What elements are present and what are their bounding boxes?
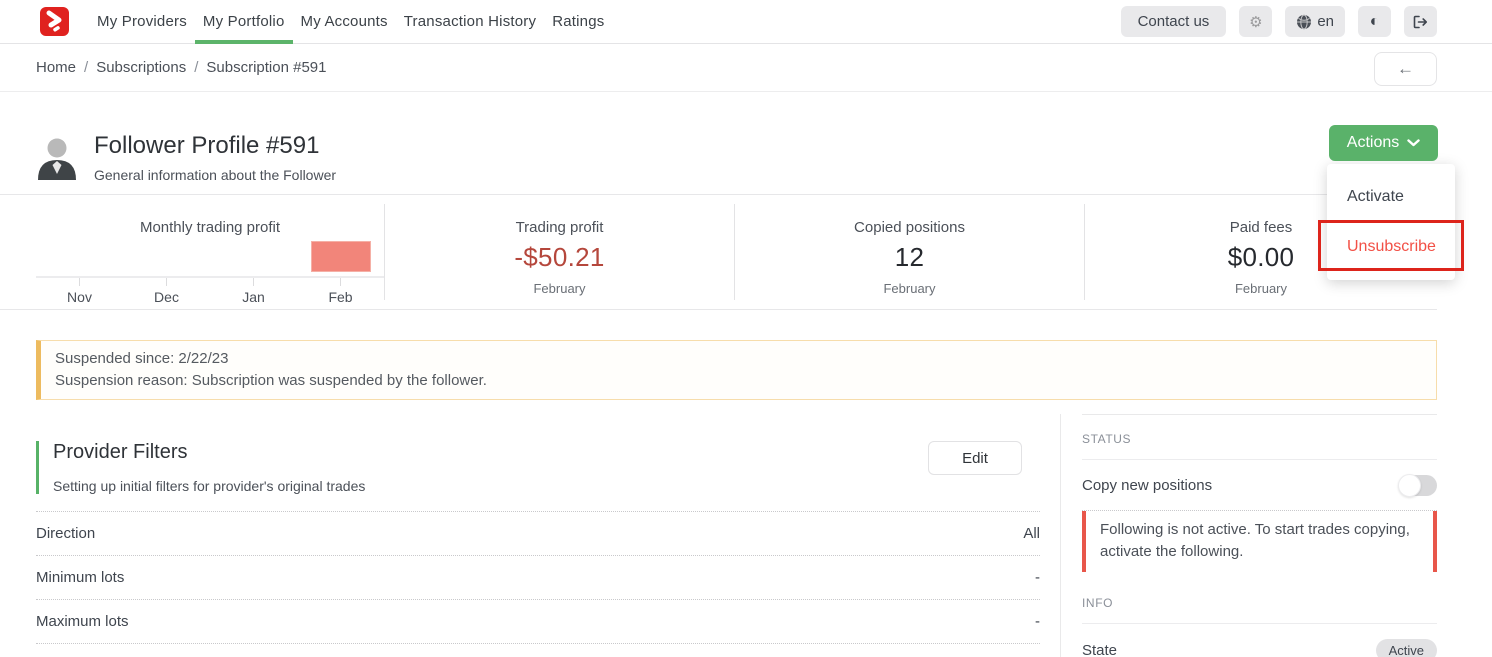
section-title: Provider Filters: [53, 441, 365, 464]
stats-band: Monthly trading profit Nov Dec Jan Feb T…: [0, 194, 1437, 310]
state-row: State Active: [1082, 624, 1437, 657]
nav-item-my-providers[interactable]: My Providers: [89, 0, 195, 43]
stat-period: February: [1235, 281, 1287, 296]
logout-button[interactable]: [1404, 6, 1437, 37]
left-arrow-icon: ←: [1397, 59, 1414, 79]
monthly-trading-profit-card: Monthly trading profit Nov Dec Jan Feb: [0, 204, 385, 300]
menu-item-activate[interactable]: Activate: [1327, 172, 1455, 222]
chart-ticks: [36, 278, 384, 286]
page: { "nav": { "items": [ { "label": "My Pro…: [0, 0, 1492, 657]
stat-value: 12: [895, 242, 925, 273]
actions-dropdown-menu: Activate Unsubscribe: [1327, 164, 1455, 280]
chart-tick-label: Jan: [210, 289, 297, 305]
breadcrumb-separator: /: [84, 59, 88, 76]
filter-value: All: [1023, 525, 1040, 542]
nav-item-my-portfolio[interactable]: My Portfolio: [195, 0, 293, 43]
page-title: Follower Profile #591: [94, 132, 336, 160]
breadcrumb: Home / Subscriptions / Subscription #591: [0, 44, 1492, 92]
chart-x-labels: Nov Dec Jan Feb: [36, 289, 384, 305]
stat-value: $0.00: [1228, 242, 1295, 273]
actions-button-label: Actions: [1347, 134, 1399, 152]
breadcrumb-home[interactable]: Home: [36, 59, 76, 76]
suspension-notice: Suspended since: 2/22/23 Suspension reas…: [36, 340, 1437, 400]
suspension-reason-text: Suspension reason: Subscription was susp…: [55, 370, 1422, 392]
globe-icon: [1296, 14, 1312, 30]
brand-logo-icon: [40, 7, 69, 36]
chart-title: Monthly trading profit: [36, 219, 384, 236]
chart-bars: [36, 240, 384, 276]
chart-bar: [311, 241, 371, 272]
provider-filters-section: Provider Filters Setting up initial filt…: [0, 414, 1060, 657]
stat-title: Paid fees: [1230, 219, 1293, 236]
chart-tick-label: Nov: [36, 289, 123, 305]
breadcrumb-subscriptions[interactable]: Subscriptions: [96, 59, 186, 76]
info-section-header: INFO: [1082, 596, 1437, 610]
stat-value: -$50.21: [514, 242, 604, 273]
breadcrumb-current: Subscription #591: [206, 59, 326, 76]
filter-label: Minimum lots: [36, 569, 124, 586]
status-section-header: STATUS: [1082, 432, 1437, 446]
chart-tick-label: Dec: [123, 289, 210, 305]
brand-logo[interactable]: [40, 7, 69, 36]
nav-items: My Providers My Portfolio My Accounts Tr…: [89, 0, 612, 43]
filter-rows: Direction All Minimum lots - Maximum lot…: [36, 511, 1040, 644]
filter-value: -: [1035, 613, 1040, 630]
theme-toggle-button[interactable]: ◐: [1358, 6, 1391, 37]
stat-period: February: [533, 281, 585, 296]
breadcrumb-separator: /: [194, 59, 198, 76]
language-button[interactable]: en: [1285, 6, 1345, 37]
language-label: en: [1317, 13, 1334, 30]
settings-button[interactable]: ⚙: [1239, 6, 1272, 37]
chevron-down-icon: [1407, 139, 1420, 147]
page-subtitle: General information about the Follower: [94, 167, 336, 183]
status-sidebar-inner: STATUS Copy new positions Following is n…: [1082, 414, 1437, 657]
top-navigation-bar: My Providers My Portfolio My Accounts Tr…: [0, 0, 1492, 44]
filter-row-minimum-lots: Minimum lots -: [36, 556, 1040, 600]
edit-button[interactable]: Edit: [928, 441, 1022, 475]
topbar-right-controls: Contact us ⚙ en ◐: [1121, 6, 1437, 37]
suspension-since-text: Suspended since: 2/22/23: [55, 348, 1422, 370]
copy-new-positions-toggle[interactable]: [1399, 475, 1437, 496]
copied-positions-card: Copied positions 12 February: [735, 204, 1085, 300]
profile-header-text: Follower Profile #591 General informatio…: [94, 132, 336, 183]
filter-row-maximum-lots: Maximum lots -: [36, 600, 1040, 644]
state-label: State: [1082, 642, 1117, 657]
back-button[interactable]: ←: [1374, 52, 1437, 86]
menu-item-unsubscribe[interactable]: Unsubscribe: [1327, 222, 1455, 272]
theme-toggle-icon: ◐: [1370, 13, 1380, 31]
avatar: [34, 134, 80, 180]
chart-tick-label: Feb: [297, 289, 384, 305]
toggle-knob: [1398, 474, 1421, 497]
filter-row-direction: Direction All: [36, 511, 1040, 556]
stat-title: Copied positions: [854, 219, 965, 236]
status-badge: Active: [1376, 639, 1437, 657]
section-subtitle: Setting up initial filters for provider'…: [53, 478, 365, 494]
filter-value: -: [1035, 569, 1040, 586]
actions-button[interactable]: Actions: [1329, 125, 1438, 161]
monthly-profit-bar-chart: Nov Dec Jan Feb: [36, 240, 384, 305]
logout-icon: [1412, 14, 1429, 30]
gear-icon: ⚙: [1249, 13, 1262, 31]
copy-new-positions-label: Copy new positions: [1082, 477, 1212, 494]
nav-item-transaction-history[interactable]: Transaction History: [396, 0, 544, 43]
filter-label: Direction: [36, 525, 95, 542]
nav-item-ratings[interactable]: Ratings: [544, 0, 612, 43]
following-inactive-alert: Following is not active. To start trades…: [1082, 511, 1437, 572]
contact-us-button[interactable]: Contact us: [1121, 6, 1227, 37]
main-content: Provider Filters Setting up initial filt…: [0, 414, 1492, 657]
provider-filters-titles: Provider Filters Setting up initial filt…: [36, 441, 365, 494]
stat-title: Trading profit: [516, 219, 604, 236]
stat-period: February: [883, 281, 935, 296]
provider-filters-header: Provider Filters Setting up initial filt…: [36, 441, 1040, 494]
status-sidebar: STATUS Copy new positions Following is n…: [1060, 414, 1492, 657]
nav-item-my-accounts[interactable]: My Accounts: [293, 0, 396, 43]
profile-header: Follower Profile #591 General informatio…: [0, 92, 1492, 194]
filter-label: Maximum lots: [36, 613, 129, 630]
copy-new-positions-row: Copy new positions: [1082, 460, 1437, 510]
trading-profit-card: Trading profit -$50.21 February: [385, 204, 735, 300]
